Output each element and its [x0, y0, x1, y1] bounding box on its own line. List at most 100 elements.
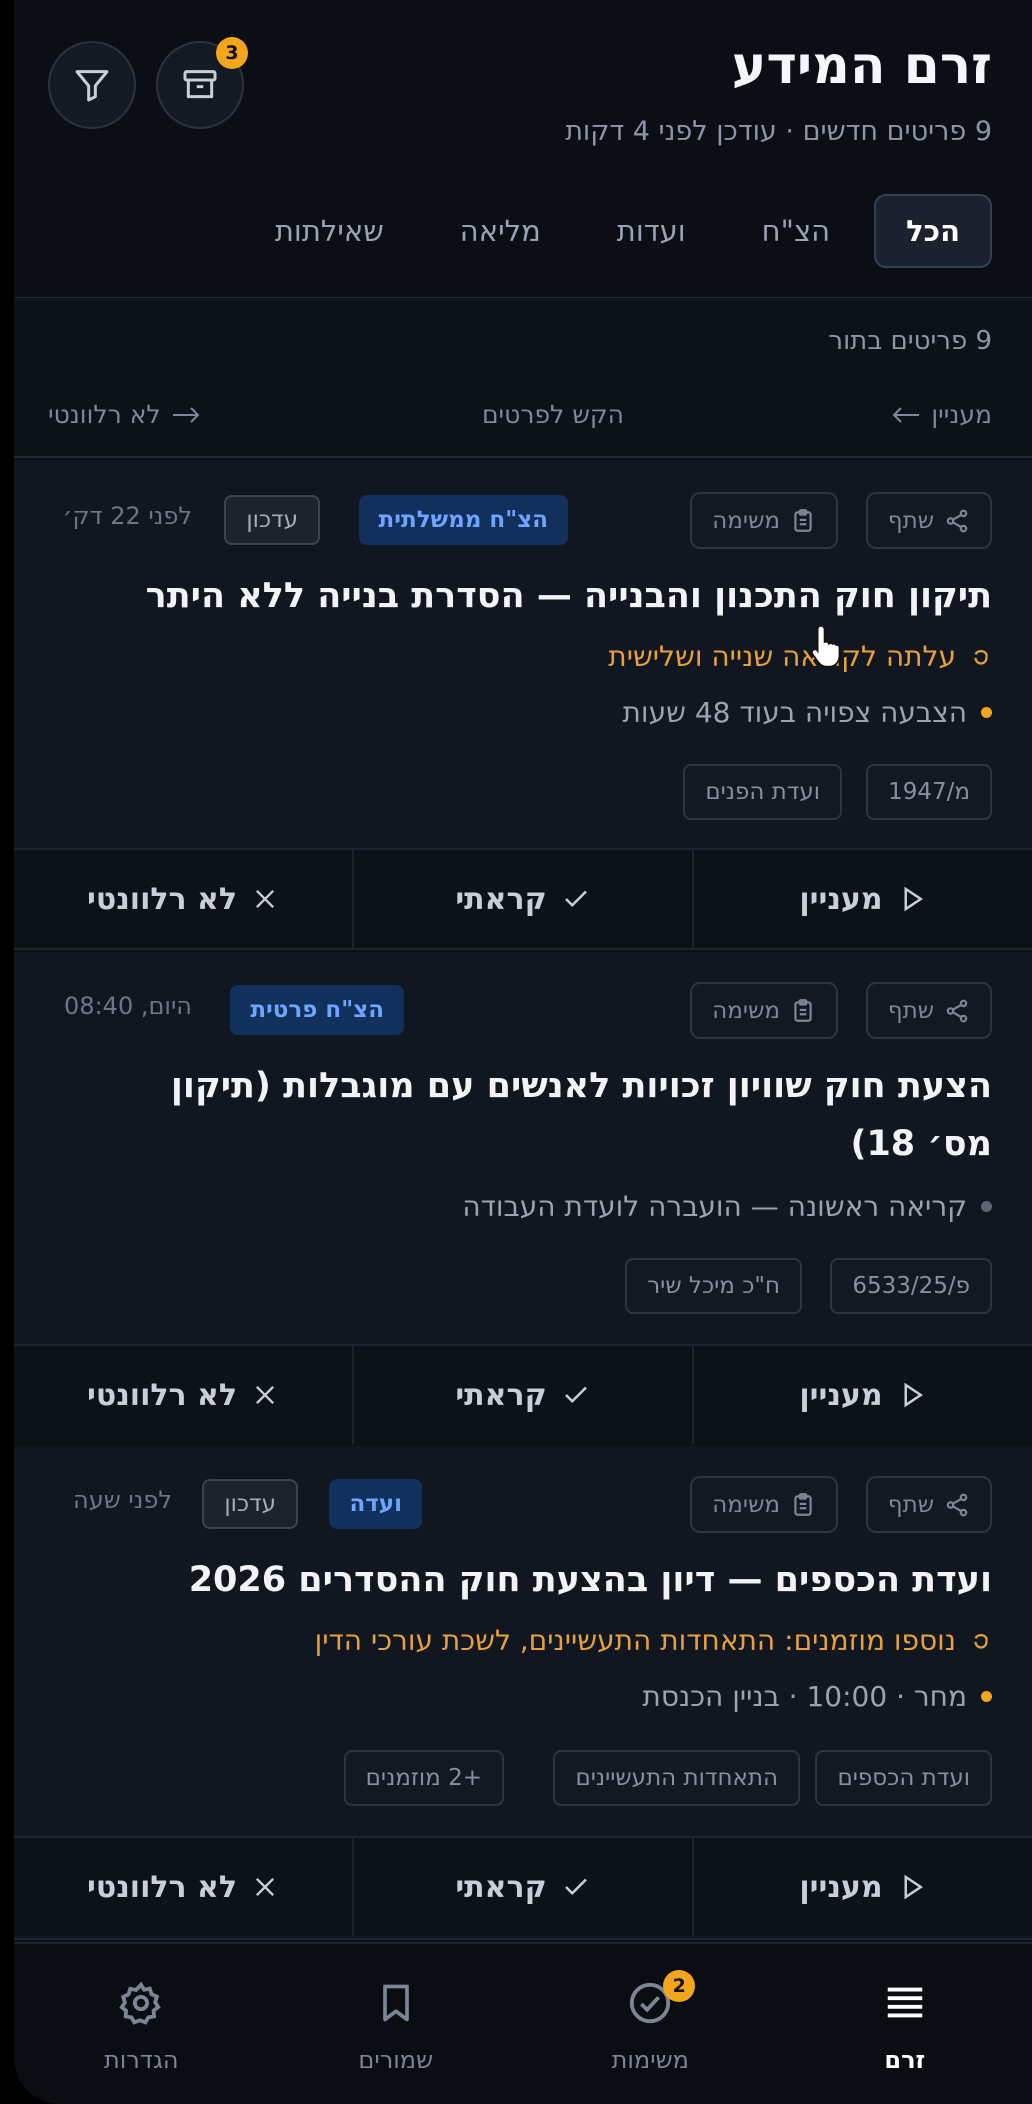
interesting-button[interactable]: מעניין	[692, 850, 1032, 948]
irrelevant-label: לא רלוונטי	[86, 1869, 238, 1905]
tab-bills[interactable]: הצ"ח	[730, 194, 862, 268]
status-dot	[981, 1691, 992, 1702]
card-time: לפני 22 דק׳	[62, 502, 192, 530]
card-tag[interactable]: מ/1947	[866, 764, 992, 820]
share-label: שתף	[887, 1491, 934, 1518]
update-icon	[974, 649, 988, 664]
nav-tasks-label: משימות	[611, 2046, 689, 2074]
card-note-text: הצבעה צפויה בעוד 48 שעות	[622, 696, 967, 729]
nav-saved[interactable]: שמורים	[269, 1944, 524, 2104]
nav-settings-label: הגדרות	[103, 2046, 179, 2074]
card-top-row: שתף משימה ועדה עדכון לפני שעה	[14, 1476, 992, 1536]
filter-icon	[75, 70, 109, 102]
card-note: הצבעה צפויה בעוד 48 שעות	[623, 696, 992, 729]
close-icon	[256, 890, 275, 908]
card-actions: מעניין קראתי לא רלוונטי	[14, 1836, 1032, 1936]
task-button[interactable]: משימה	[690, 1476, 838, 1533]
card-title[interactable]: הצעת חוק שוויון זכויות לאנשים עם מוגבלות…	[171, 1056, 992, 1116]
update-icon	[974, 1633, 988, 1648]
status-dot	[981, 1201, 992, 1212]
bottom-nav: זרם 2 משימות שמורים הגדרות	[14, 1942, 1032, 2104]
read-button[interactable]: קראתי	[352, 1838, 692, 1936]
card-time: היום, 08:40	[64, 992, 192, 1020]
feed-card[interactable]: שתף משימה ועדה עדכון לפני שעה ועדת הכספי…	[14, 1446, 1032, 1940]
irrelevant-label: לא רלוונטי	[86, 1377, 238, 1413]
gear-icon	[119, 1981, 162, 2025]
check-icon	[564, 1878, 587, 1896]
interesting-button[interactable]: מעניין	[692, 1346, 1032, 1444]
check-icon	[564, 1386, 587, 1404]
tab-committees[interactable]: ועדות	[585, 194, 718, 268]
share-label: שתף	[887, 997, 934, 1024]
tab-queries[interactable]: שאילתות	[243, 194, 416, 268]
interesting-button[interactable]: מעניין	[692, 1838, 1032, 1936]
swipe-hint-details: הקש לפרטים	[482, 400, 624, 429]
tab-plenum[interactable]: מליאה	[428, 194, 573, 268]
arrow-left-icon	[892, 406, 920, 423]
task-button[interactable]: משימה	[690, 982, 838, 1039]
card-title[interactable]: ועדת הכספים — דיון בהצעת חוק ההסדרים 202…	[189, 1550, 992, 1610]
card-actions: מעניין קראתי לא רלוונטי	[14, 848, 1032, 948]
tasks-badge: 2	[663, 1970, 696, 2002]
stream-icon	[887, 1987, 922, 2018]
swipe-hint-irrelevant: לא רלוונטי	[48, 400, 201, 429]
close-icon	[256, 1386, 275, 1404]
read-button[interactable]: קראתי	[352, 850, 692, 948]
card-tag[interactable]: התאחדות התעשיינים	[553, 1750, 800, 1806]
category-tabs: הכל הצ"ח ועדות מליאה שאילתות	[243, 194, 992, 268]
card-time: לפני שעה	[73, 1486, 172, 1514]
share-icon	[946, 1493, 968, 1516]
update-badge: עדכון	[224, 495, 320, 545]
update-badge: עדכון	[202, 1479, 298, 1529]
irrelevant-button[interactable]: לא רלוונטי	[14, 1346, 352, 1444]
irrelevant-button[interactable]: לא רלוונטי	[14, 850, 352, 948]
app-screen: זרם המידע 9 פריטים חדשים · עודכן לפני 4 …	[14, 0, 1032, 2104]
read-button[interactable]: קראתי	[352, 1346, 692, 1444]
archive-button[interactable]: 3	[156, 37, 248, 129]
share-button[interactable]: שתף	[865, 1476, 992, 1533]
card-tag[interactable]: ועדת הפנים	[683, 764, 842, 820]
share-icon	[946, 509, 968, 532]
close-icon	[256, 1878, 275, 1896]
card-top-row: שתף משימה הצ"ח ממשלתית עדכון לפני 22 דק׳	[14, 492, 992, 552]
status-dot	[981, 707, 992, 718]
hint-details-label: הקש לפרטים	[481, 400, 624, 429]
card-actions: מעניין קראתי לא רלוונטי	[14, 1344, 1032, 1444]
share-icon	[946, 999, 968, 1022]
card-note: קריאה ראשונה — הועברה לועדת העבודה	[462, 1190, 992, 1223]
page-subtitle: 9 פריטים חדשים · עודכן לפני 4 דקות	[565, 116, 992, 147]
feed-card[interactable]: שתף משימה הצ"ח פרטית היום, 08:40 הצעת חו…	[14, 952, 1032, 1444]
filter-button[interactable]	[48, 41, 136, 129]
interesting-label: מעניין	[799, 881, 883, 917]
share-button[interactable]: שתף	[865, 982, 992, 1039]
card-title[interactable]: תיקון חוק התכנון והבנייה — הסדרת בנייה ל…	[146, 566, 992, 626]
hint-interesting-label: מעניין	[931, 400, 992, 429]
task-label: משימה	[712, 507, 780, 534]
nav-saved-icon-wrap	[374, 1978, 418, 2028]
card-tag[interactable]: +2 מוזמנים	[343, 1750, 504, 1806]
archive-icon	[183, 70, 217, 99]
card-tag[interactable]: ח"כ מיכל שיר	[625, 1258, 802, 1314]
card-note-text: קריאה ראשונה — הועברה לועדת העבודה	[462, 1190, 967, 1223]
card-tag[interactable]: ועדת הכספים	[815, 1750, 992, 1806]
nav-stream-label: זרם	[884, 2046, 926, 2074]
read-label: קראתי	[455, 1377, 547, 1413]
irrelevant-button[interactable]: לא רלוונטי	[14, 1838, 352, 1936]
tab-all[interactable]: הכל	[874, 194, 992, 268]
nav-stream[interactable]: זרם	[778, 1944, 1032, 2104]
clipboard-icon	[794, 508, 812, 532]
nav-settings[interactable]: הגדרות	[14, 1944, 269, 2104]
feed-card[interactable]: שתף משימה הצ"ח ממשלתית עדכון לפני 22 דק׳…	[14, 460, 1032, 950]
nav-tasks[interactable]: 2 משימות	[523, 1944, 778, 2104]
irrelevant-label: לא רלוונטי	[86, 881, 238, 917]
task-label: משימה	[712, 997, 780, 1024]
nav-tasks-icon-wrap: 2	[627, 1970, 696, 2028]
queue-count: 9 פריטים בתור	[828, 326, 992, 356]
task-button[interactable]: משימה	[690, 492, 838, 549]
share-button[interactable]: שתף	[865, 492, 992, 549]
card-tag[interactable]: פ/6533/25	[830, 1258, 992, 1314]
card-title-continued[interactable]: מס׳ 18)	[850, 1114, 992, 1174]
type-badge: הצ"ח פרטית	[230, 985, 404, 1035]
type-badge: הצ"ח ממשלתית	[358, 495, 568, 545]
interesting-label: מעניין	[799, 1377, 883, 1413]
